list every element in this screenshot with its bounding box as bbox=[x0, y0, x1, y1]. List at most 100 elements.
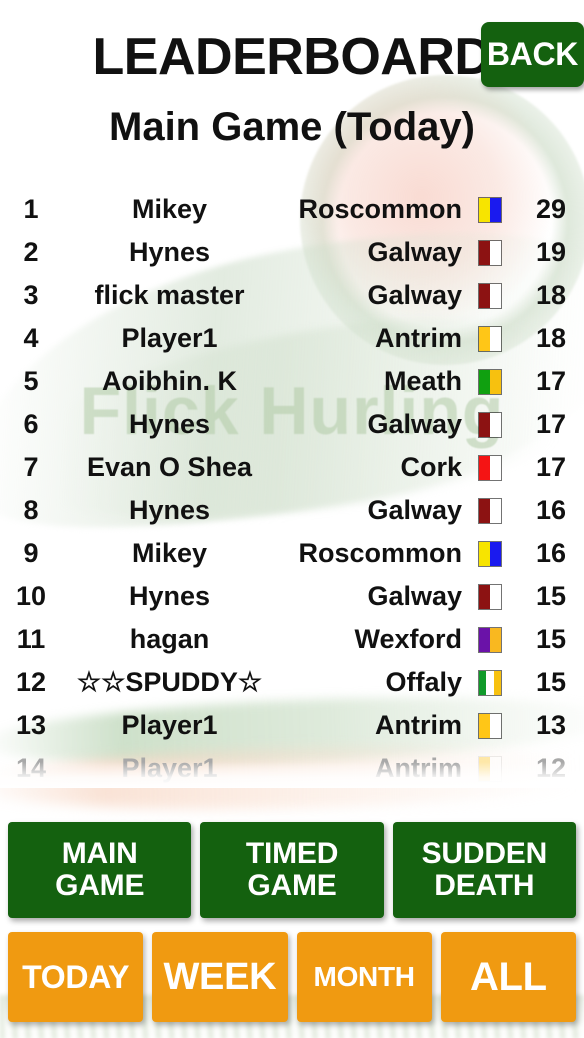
table-row: 10 Hynes Galway 15 bbox=[0, 575, 584, 618]
county-flag-icon bbox=[462, 540, 518, 567]
flag-swatch bbox=[478, 325, 502, 352]
table-row: 9 Mikey Roscommon 16 bbox=[0, 532, 584, 575]
mode-button-line-1: SUDDEN bbox=[421, 836, 548, 870]
main-game-button[interactable]: MAIN GAME bbox=[8, 822, 192, 918]
row-player-name: Player1 bbox=[121, 710, 218, 740]
table-row: 5 Aoibhin. K Meath 17 bbox=[0, 360, 584, 403]
row-rank: 14 bbox=[15, 753, 47, 783]
game-mode-button-bank: MAIN GAME TIMED GAME SUDDEN DEATH bbox=[8, 822, 576, 918]
row-county-name: Roscommon bbox=[298, 194, 462, 224]
row-player-name: Mikey bbox=[131, 194, 208, 224]
row-player-name: ☆☆SPUDDY☆ bbox=[76, 667, 263, 697]
header: LEADERBOARD Main Game (Today) BACK bbox=[0, 0, 584, 178]
county-flag-icon bbox=[462, 712, 518, 739]
row-rank: 1 bbox=[23, 194, 39, 224]
month-button[interactable]: MONTH bbox=[296, 932, 432, 1022]
row-score: 17 bbox=[535, 409, 567, 439]
timed-game-button[interactable]: TIMED GAME bbox=[200, 822, 384, 918]
week-button[interactable]: WEEK bbox=[152, 932, 288, 1022]
row-county-name: Galway bbox=[367, 237, 462, 267]
all-button[interactable]: ALL bbox=[440, 932, 576, 1022]
row-county-name: Antrim bbox=[375, 323, 462, 353]
flag-swatch bbox=[478, 669, 502, 696]
row-score: 16 bbox=[535, 495, 567, 525]
flag-swatch bbox=[478, 583, 502, 610]
flag-swatch bbox=[478, 755, 502, 782]
row-rank: 2 bbox=[23, 237, 39, 267]
row-player-name: hagan bbox=[129, 624, 210, 654]
flag-swatch bbox=[478, 497, 502, 524]
row-rank: 6 bbox=[23, 409, 39, 439]
county-flag-icon bbox=[462, 454, 518, 481]
row-county-name: Antrim bbox=[375, 753, 462, 783]
row-player-name: Hynes bbox=[128, 409, 211, 439]
row-score: 13 bbox=[535, 710, 567, 740]
row-county-name: Galway bbox=[367, 581, 462, 611]
row-player-name: Player1 bbox=[121, 753, 218, 783]
sudden-death-button[interactable]: SUDDEN DEATH bbox=[392, 822, 576, 918]
county-flag-icon bbox=[462, 497, 518, 524]
flag-swatch bbox=[478, 239, 502, 266]
row-score: 17 bbox=[535, 366, 567, 396]
mode-button-line-2: GAME bbox=[55, 869, 145, 902]
row-player-name: Hynes bbox=[128, 581, 211, 611]
row-county-name: Offaly bbox=[385, 667, 462, 697]
table-row: 6 Hynes Galway 17 bbox=[0, 403, 584, 446]
today-button[interactable]: TODAY bbox=[8, 932, 144, 1022]
table-row: 13 Player1 Antrim 13 bbox=[0, 704, 584, 747]
flag-swatch bbox=[478, 454, 502, 481]
flag-swatch bbox=[478, 411, 502, 438]
county-flag-icon bbox=[462, 282, 518, 309]
row-rank: 5 bbox=[23, 366, 39, 396]
row-rank: 7 bbox=[23, 452, 39, 482]
page-subtitle: Main Game (Today) bbox=[109, 105, 475, 149]
row-score: 17 bbox=[535, 452, 567, 482]
table-row: 14 Player1 Antrim 12 bbox=[0, 747, 584, 788]
row-player-name: Player1 bbox=[121, 323, 218, 353]
flag-swatch bbox=[478, 712, 502, 739]
county-flag-icon bbox=[462, 669, 518, 696]
row-score: 15 bbox=[535, 624, 567, 654]
flag-swatch bbox=[478, 368, 502, 395]
table-row: 3 flick master Galway 18 bbox=[0, 274, 584, 317]
row-county-name: Roscommon bbox=[298, 538, 462, 568]
table-row: 8 Hynes Galway 16 bbox=[0, 489, 584, 532]
row-rank: 11 bbox=[16, 624, 46, 654]
county-flag-icon bbox=[462, 368, 518, 395]
row-rank: 13 bbox=[15, 710, 47, 740]
flag-swatch bbox=[478, 626, 502, 653]
row-score: 18 bbox=[535, 323, 567, 353]
row-rank: 3 bbox=[23, 280, 39, 310]
mode-button-line-2: DEATH bbox=[434, 869, 535, 902]
row-score: 18 bbox=[535, 280, 567, 310]
row-score: 12 bbox=[535, 753, 567, 783]
row-player-name: Hynes bbox=[128, 495, 211, 525]
leaderboard-list[interactable]: 1 Mikey Roscommon 29 2 Hynes Galway 1 9 3 flick ma… bbox=[0, 188, 584, 788]
county-flag-icon bbox=[462, 325, 518, 352]
mode-button-line-1: TIMED bbox=[245, 836, 339, 870]
mode-button-line-2: GAME bbox=[247, 869, 337, 902]
leaderboard-screen: Flick Hurling LEADERBOARD Main Game (Tod… bbox=[0, 0, 584, 1038]
row-rank: 9 bbox=[23, 538, 39, 568]
county-flag-icon bbox=[462, 755, 518, 782]
mode-button-line-1: MAIN bbox=[61, 836, 138, 870]
row-county-name: Meath bbox=[383, 366, 462, 396]
county-flag-icon bbox=[462, 583, 518, 610]
row-player-name: flick master bbox=[94, 280, 245, 310]
flag-swatch bbox=[478, 196, 502, 223]
row-county-name: Galway bbox=[367, 495, 462, 525]
row-score: 15 bbox=[535, 667, 567, 697]
row-rank: 12 bbox=[15, 667, 47, 697]
county-flag-icon bbox=[462, 411, 518, 438]
row-county-name: Antrim bbox=[375, 710, 462, 740]
back-button[interactable]: BACK bbox=[481, 22, 584, 87]
row-player-name: Mikey bbox=[131, 538, 208, 568]
row-county-name: Cork bbox=[400, 452, 462, 482]
time-period-button-bank: TODAY WEEK MONTH ALL bbox=[8, 932, 576, 1022]
table-row: 7 Evan O Shea Cork 17 bbox=[0, 446, 584, 489]
table-row: 11 hagan Wexford 15 bbox=[0, 618, 584, 661]
table-row: 1 Mikey Roscommon 29 bbox=[0, 188, 584, 231]
row-score: 29 bbox=[535, 194, 567, 224]
row-player-name: Evan O Shea bbox=[86, 452, 253, 482]
table-row: 4 Player1 Antrim 18 bbox=[0, 317, 584, 360]
